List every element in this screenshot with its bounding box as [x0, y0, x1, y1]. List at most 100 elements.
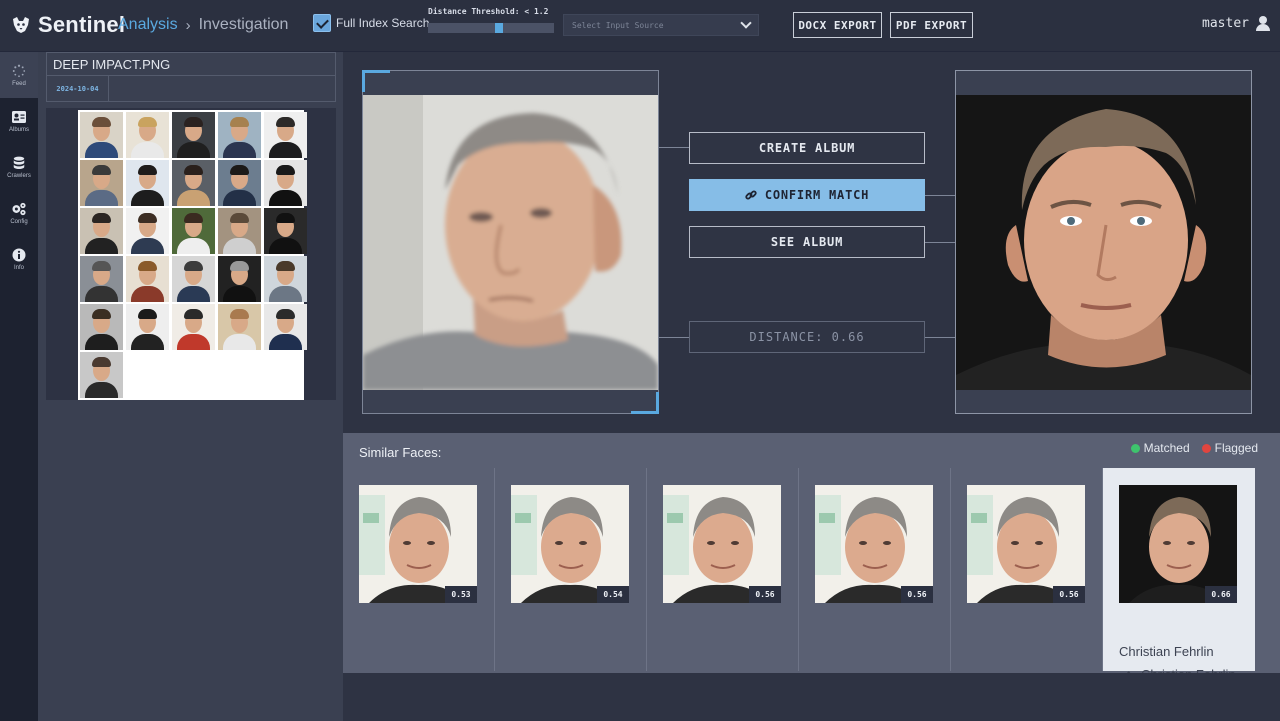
connector-line [925, 242, 955, 243]
probe-face-image[interactable] [363, 95, 658, 390]
similar-face-image[interactable]: 0.56 [967, 485, 1085, 603]
portrait-thumbnail[interactable] [80, 304, 123, 350]
similar-face-card[interactable]: 0.53 [343, 468, 495, 671]
dog-logo-icon [13, 17, 29, 33]
portrait-thumbnail[interactable] [126, 208, 169, 254]
file-date: 2024-10-04 [47, 76, 109, 101]
breadcrumb-analysis[interactable]: Analysis [118, 16, 178, 34]
portrait-thumbnail[interactable] [172, 112, 215, 158]
distance-score-badge: 0.56 [901, 586, 933, 603]
slider-handle[interactable] [495, 23, 503, 33]
connector-line [659, 147, 689, 148]
connector-line [925, 195, 955, 196]
link-icon [745, 190, 757, 200]
portrait-thumbnail[interactable] [126, 112, 169, 158]
similar-face-image[interactable]: 0.56 [815, 485, 933, 603]
nav-label: Crawlers [7, 172, 31, 179]
portrait-thumbnail[interactable] [264, 112, 307, 158]
chevron-down-icon [740, 17, 752, 29]
input-source-select[interactable]: Select Input Source [563, 14, 759, 36]
distance-threshold-label: Distance Threshold: < 1.2 [428, 7, 549, 16]
portrait-thumbnail[interactable] [126, 256, 169, 302]
app-name: Sentinel [38, 12, 126, 37]
see-album-button[interactable]: SEE ALBUM [689, 226, 925, 258]
breadcrumb-separator: › [185, 16, 191, 34]
nav-item-info[interactable]: Info [0, 236, 38, 282]
compare-area: CREATE ALBUM CONFIRM MATCH SEE ALBUM DIS… [343, 52, 1280, 433]
breadcrumb: Analysis › Investigation [118, 16, 288, 34]
distance-score-badge: 0.53 [445, 586, 477, 603]
input-source-placeholder: Select Input Source [572, 20, 664, 30]
matched-dot-icon [1130, 443, 1140, 453]
legend: Matched Flagged [1130, 441, 1258, 455]
similar-face-card[interactable]: 0.56 [799, 468, 951, 671]
source-portrait-grid[interactable] [78, 110, 307, 400]
similar-face-card[interactable]: 0.54 [495, 468, 647, 671]
match-name: Christian Fehrlin [1119, 644, 1214, 659]
docx-export-button[interactable]: DOCX EXPORT [793, 12, 882, 38]
similar-face-card[interactable]: 0.56 [951, 468, 1103, 671]
portrait-thumbnail[interactable] [264, 304, 307, 350]
distance-score-badge: 0.54 [597, 586, 629, 603]
similar-face-image[interactable]: 0.66 [1119, 485, 1237, 603]
portrait-thumbnail[interactable] [218, 160, 261, 206]
portrait-thumbnail[interactable] [218, 304, 261, 350]
similar-face-image[interactable]: 0.56 [663, 485, 781, 603]
corner-marker [362, 70, 390, 92]
similar-face-card[interactable]: 0.56 [647, 468, 799, 671]
match-face-image[interactable] [956, 95, 1251, 390]
similar-face-card[interactable]: 0.66Christian FehrlinChristian Fehrlin [1103, 468, 1255, 682]
portrait-thumbnail[interactable] [264, 256, 307, 302]
album-icon [12, 110, 26, 123]
portrait-thumbnail[interactable] [218, 208, 261, 254]
connector-line [925, 337, 955, 338]
file-name: DEEP IMPACT.PNG [46, 52, 336, 76]
portrait-thumbnail[interactable] [80, 112, 123, 158]
source-panel: DEEP IMPACT.PNG 2024-10-04 [38, 52, 343, 721]
portrait-thumbnail[interactable] [218, 256, 261, 302]
nav-label: Info [13, 264, 24, 271]
portrait-thumbnail[interactable] [80, 208, 123, 254]
portrait-thumbnail[interactable] [126, 160, 169, 206]
connector-line [659, 337, 689, 338]
app-logo[interactable]: Sentinel [10, 12, 125, 38]
legend-label: Flagged [1214, 441, 1258, 455]
portrait-thumbnail[interactable] [80, 352, 123, 398]
similar-face-image[interactable]: 0.54 [511, 485, 629, 603]
similar-face-image[interactable]: 0.53 [359, 485, 477, 603]
portrait-thumbnail[interactable] [172, 304, 215, 350]
breadcrumb-investigation: Investigation [198, 16, 289, 33]
nav-item-albums[interactable]: Albums [0, 98, 38, 144]
portrait-thumbnail[interactable] [172, 256, 215, 302]
create-album-button[interactable]: CREATE ALBUM [689, 132, 925, 164]
portrait-thumbnail[interactable] [218, 112, 261, 158]
footer-area [343, 673, 1280, 721]
full-index-search-checkbox[interactable] [313, 14, 331, 32]
full-index-search-label: Full Index Search [336, 16, 430, 30]
distance-threshold: Distance Threshold: < 1.2 [428, 7, 556, 33]
full-index-search-toggle[interactable]: Full Index Search [313, 14, 429, 32]
portrait-thumbnail[interactable] [172, 208, 215, 254]
nav-item-feed[interactable]: Feed [0, 52, 38, 98]
flagged-dot-icon [1201, 443, 1211, 453]
distance-score-badge: 0.56 [749, 586, 781, 603]
similar-faces-title: Similar Faces: [359, 445, 442, 460]
portrait-thumbnail[interactable] [264, 208, 307, 254]
user-menu[interactable]: master [1202, 16, 1270, 31]
portrait-thumbnail[interactable] [80, 256, 123, 302]
portrait-thumbnail[interactable] [264, 160, 307, 206]
distance-score-badge: 0.66 [1205, 586, 1237, 603]
source-image-container [46, 108, 336, 400]
portrait-thumbnail[interactable] [80, 160, 123, 206]
confirm-match-button[interactable]: CONFIRM MATCH [689, 179, 925, 211]
portrait-thumbnail[interactable] [172, 160, 215, 206]
nav-label: Config [10, 218, 28, 225]
pdf-export-button[interactable]: PDF EXPORT [890, 12, 973, 38]
file-meta-row: 2024-10-04 [46, 76, 336, 102]
nav-item-crawlers[interactable]: Crawlers [0, 144, 38, 190]
left-nav: Feed Albums Crawlers Config Info [0, 52, 38, 721]
portrait-thumbnail[interactable] [126, 304, 169, 350]
gears-icon [12, 202, 26, 215]
nav-item-config[interactable]: Config [0, 190, 38, 236]
distance-threshold-slider[interactable] [428, 23, 554, 33]
